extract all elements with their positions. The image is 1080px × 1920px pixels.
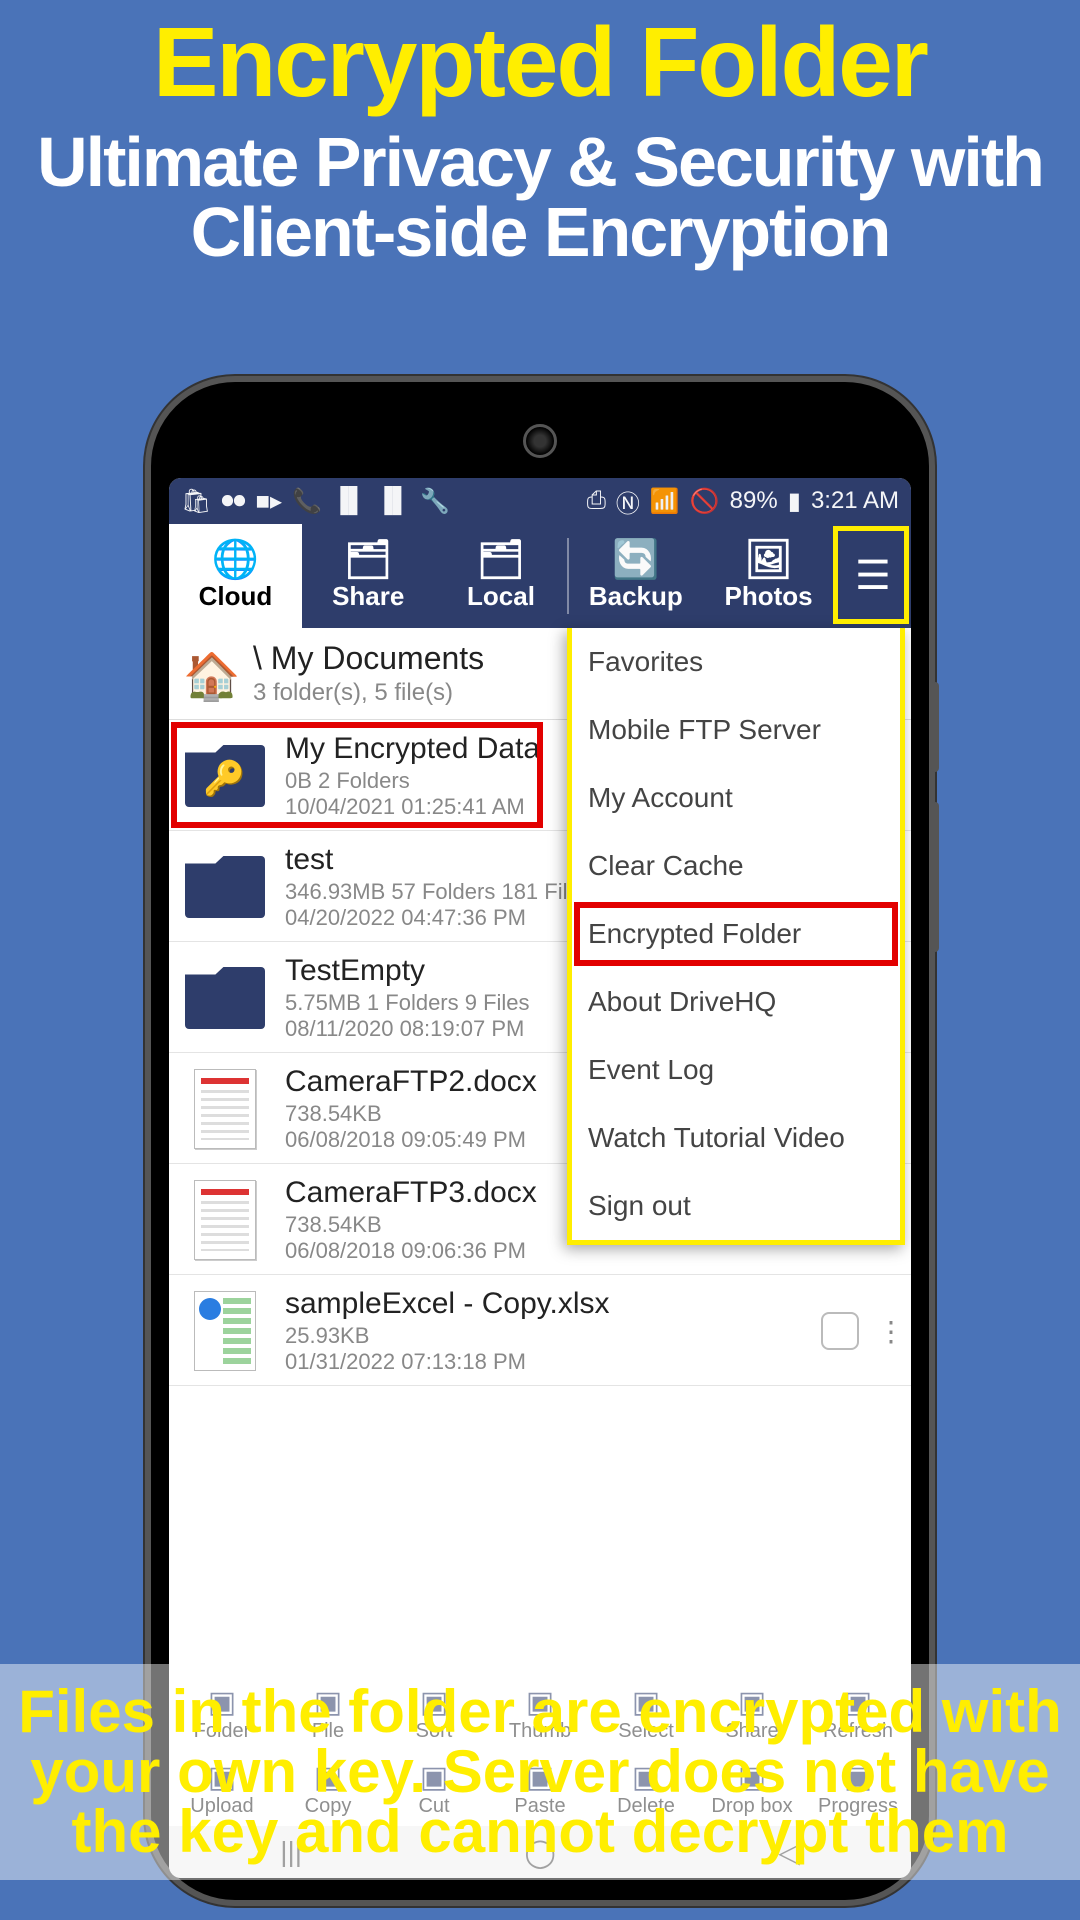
menu-item-favorites[interactable]: Favorites <box>572 628 900 696</box>
menu-item-mobile-ftp-server[interactable]: Mobile FTP Server <box>572 696 900 764</box>
tab-label: Share <box>332 581 404 612</box>
promo-title: Encrypted Folder <box>0 0 1080 119</box>
globe-folder-icon: 🌐 <box>212 541 259 579</box>
share-folder-icon: 🗂 <box>344 541 392 579</box>
wifi-icon: 📶 <box>650 487 680 516</box>
folder-icon <box>185 967 265 1029</box>
overflow-menu: FavoritesMobile FTP ServerMy AccountClea… <box>567 628 905 1245</box>
local-folder-icon: 🗂 <box>477 541 525 579</box>
menu-item-clear-cache[interactable]: Clear Cache <box>572 832 900 900</box>
flag-icon: ▐▌ <box>332 487 366 515</box>
phone-camera <box>523 424 557 458</box>
dnd-icon: 🚫 <box>690 487 720 516</box>
status-bar: 🛍 ⏺⏺ ■▸ 📞 ▐▌ ▐▌ 🔧 ⎙ Ⓝ 📶 🚫 89% ▮ 3:21 AM <box>169 478 911 524</box>
tab-label: Backup <box>589 581 683 612</box>
call-icon: 📞 <box>292 487 322 516</box>
tab-cloud[interactable]: 🌐 Cloud <box>169 524 302 628</box>
encrypted-folder-icon <box>185 745 265 807</box>
home-icon[interactable]: 🏠 <box>183 649 237 699</box>
flag-icon: ▐▌ <box>376 487 410 515</box>
spreadsheet-icon <box>194 1291 256 1371</box>
item-checkbox[interactable] <box>821 1312 859 1350</box>
hamburger-icon: ☰ <box>855 553 891 599</box>
list-item[interactable]: sampleExcel - Copy.xlsx25.93KB01/31/2022… <box>169 1275 911 1386</box>
menu-item-my-account[interactable]: My Account <box>572 764 900 832</box>
folder-icon <box>185 856 265 918</box>
promo-footer: Files in the folder are encrypted with y… <box>0 1664 1080 1880</box>
document-icon <box>194 1180 256 1260</box>
battery-icon: ▮ <box>788 487 801 516</box>
tab-label: Cloud <box>199 581 273 612</box>
wrench-icon: 🔧 <box>420 487 450 516</box>
tab-photos[interactable]: 🖼 Photos <box>702 524 835 628</box>
item-date: 01/31/2022 07:13:18 PM <box>285 1349 803 1375</box>
backup-icon: 🔄 <box>612 541 659 579</box>
photos-icon: 🖼 <box>744 541 792 579</box>
tab-label: Photos <box>725 581 813 612</box>
nfc-icon: Ⓝ <box>616 484 640 519</box>
tab-backup[interactable]: 🔄 Backup <box>569 524 702 628</box>
cast-icon: ⎙ <box>587 487 606 515</box>
tab-bar: 🌐 Cloud 🗂 Share 🗂 Local 🔄 Backup 🖼 Photo… <box>169 524 911 628</box>
breadcrumb-meta: 3 folder(s), 5 file(s) <box>253 679 484 707</box>
tab-label: Local <box>467 581 535 612</box>
phone-side-button <box>931 682 939 772</box>
menu-item-watch-tutorial-video[interactable]: Watch Tutorial Video <box>572 1104 900 1172</box>
voicemail-icon: ⏺⏺ <box>221 487 245 515</box>
promo-subtitle: Ultimate Privacy & Security with Client-… <box>0 119 1080 267</box>
item-meta: 25.93KB <box>285 1323 803 1349</box>
breadcrumb-path: \ My Documents <box>253 640 484 677</box>
video-icon: ■▸ <box>255 487 282 516</box>
battery-text: 89% <box>730 487 778 515</box>
tab-local[interactable]: 🗂 Local <box>435 524 568 628</box>
menu-button[interactable]: ☰ <box>835 524 911 628</box>
bag-icon: 🛍 <box>181 487 211 516</box>
document-icon <box>194 1069 256 1149</box>
menu-item-sign-out[interactable]: Sign out <box>572 1172 900 1240</box>
menu-item-event-log[interactable]: Event Log <box>572 1036 900 1104</box>
phone-side-button <box>931 802 939 952</box>
menu-item-encrypted-folder[interactable]: Encrypted Folder <box>572 900 900 968</box>
tab-share[interactable]: 🗂 Share <box>302 524 435 628</box>
item-name: sampleExcel - Copy.xlsx <box>285 1287 803 1321</box>
item-more-icon[interactable]: ⋮ <box>877 1315 897 1348</box>
clock-text: 3:21 AM <box>811 487 899 515</box>
menu-item-about-drivehq[interactable]: About DriveHQ <box>572 968 900 1036</box>
